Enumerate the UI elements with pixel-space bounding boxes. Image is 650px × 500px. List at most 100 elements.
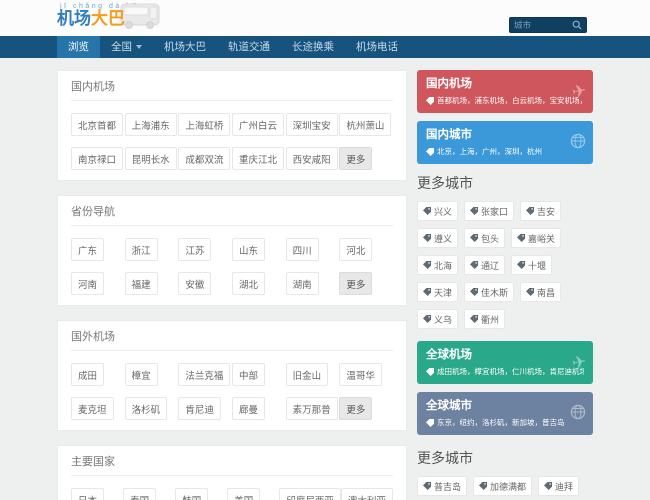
nav-item-0[interactable]: 浏览 — [57, 36, 100, 58]
section-link-button[interactable]: 泰国 — [123, 488, 156, 500]
city-tag[interactable]: 南昌 — [520, 282, 561, 302]
section-link-button[interactable]: 昆明长水 — [125, 147, 177, 170]
feature-card[interactable]: 国内机场首都机场，浦东机场，白云机场，宝安机场，萧山机场✈ — [417, 70, 593, 113]
tag-icon — [423, 482, 431, 490]
feature-card[interactable]: 全球城市东京，纽约，洛杉矶，新加坡，普吉岛 — [417, 392, 593, 435]
plane-icon: ✈ — [572, 83, 586, 101]
site-logo[interactable]: jī chǎng dà bā 机场大巴 — [57, 0, 227, 29]
section-title: 国外机场 — [71, 328, 393, 351]
section-title: 主要国家 — [71, 453, 393, 476]
nav-item-4[interactable]: 长途换乘 — [281, 36, 345, 58]
section-link-button[interactable]: 韩国 — [175, 488, 208, 500]
section-card-1: 省份导航广东浙江江苏山东四川河北河南福建安徽湖北湖南更多 — [57, 195, 407, 306]
feature-card-subtitle: 北京，上海，广州，深圳，杭州 — [426, 146, 584, 157]
nav-item-2[interactable]: 机场大巴 — [153, 36, 217, 58]
section-link-button[interactable]: 中部 — [232, 363, 265, 386]
city-tag[interactable]: 佳木斯 — [464, 282, 514, 302]
section-link-button[interactable]: 日本 — [71, 488, 104, 500]
section-link-button[interactable]: 河南 — [71, 272, 104, 295]
section-link-button[interactable]: 成都双流 — [178, 147, 230, 170]
section-link-button[interactable]: 上海浦东 — [125, 113, 177, 136]
tag-icon — [470, 288, 478, 296]
nav-item-3[interactable]: 轨道交通 — [217, 36, 281, 58]
logo-text: 机场大巴 — [57, 9, 125, 28]
nav-item-5[interactable]: 机场电话 — [345, 36, 409, 58]
section-link-button[interactable]: 广东 — [71, 238, 104, 261]
search-box — [509, 17, 587, 33]
city-tag[interactable]: 衢州 — [464, 309, 505, 329]
section-link-button[interactable]: 洛杉矶 — [125, 397, 168, 420]
section-link-button[interactable]: 浙江 — [125, 238, 158, 261]
section-link-button[interactable]: 河北 — [339, 238, 372, 261]
city-tag[interactable]: 吉安 — [520, 201, 561, 221]
section-link-button[interactable]: 广州白云 — [232, 113, 284, 136]
section-link-button[interactable]: 旧金山 — [286, 363, 329, 386]
city-tag[interactable]: 天津 — [417, 282, 458, 302]
city-tag[interactable]: 普吉岛 — [417, 476, 467, 496]
section-link-button[interactable]: 湖北 — [232, 272, 265, 295]
section-link-button[interactable]: 重庆江北 — [232, 147, 284, 170]
tag-icon — [423, 315, 431, 323]
section-link-button[interactable]: 江苏 — [178, 238, 211, 261]
tag-icon — [517, 234, 525, 242]
section-link-button[interactable]: 四川 — [286, 238, 319, 261]
city-tag[interactable]: 义乌 — [417, 309, 458, 329]
section-link-button[interactable]: 福建 — [125, 272, 158, 295]
global-city-tags: 普吉岛加德满都迪拜科伦坡雅加达圣彼得堡多伦多日惹柏林伦敦阿布扎比阿德莱德巴厘岛福… — [417, 476, 593, 500]
section-link-button[interactable]: 温哥华 — [339, 363, 382, 386]
section-link-button[interactable]: 法兰克福 — [178, 363, 230, 386]
tag-icon — [479, 482, 487, 490]
plane-icon: ✈ — [572, 354, 586, 372]
feature-card-subtitle: 成田机场，樟宜机场，仁川机场，肯尼迪机场 — [426, 366, 584, 377]
section-link-button[interactable]: 杭州萧山 — [339, 113, 391, 136]
city-tag[interactable]: 迪拜 — [538, 476, 579, 496]
feature-card[interactable]: 国内城市北京，上海，广州，深圳，杭州 — [417, 121, 593, 164]
chevron-down-icon — [136, 45, 142, 49]
section-button-grid: 北京首都上海浦东上海虹桥广州白云深圳宝安杭州萧山南京禄口昆明长水成都双流重庆江北… — [71, 113, 393, 170]
section-link-button[interactable]: 廊曼 — [232, 397, 265, 420]
tag-icon — [423, 207, 431, 215]
tag-icon — [526, 207, 534, 215]
city-tag[interactable]: 通辽 — [464, 255, 505, 275]
section-link-button[interactable]: 湖南 — [286, 272, 319, 295]
section-link-button[interactable]: 上海虹桥 — [178, 113, 230, 136]
city-tag[interactable]: 张家口 — [464, 201, 514, 221]
logo-text-orange: 大巴 — [91, 9, 125, 28]
more-cities-heading-domestic: 更多城市 — [417, 173, 593, 193]
section-link-button[interactable]: 西安咸阳 — [286, 147, 338, 170]
city-tag[interactable]: 十堰 — [511, 255, 552, 275]
section-link-button[interactable]: 南京禄口 — [71, 147, 123, 170]
section-link-button[interactable]: 安徽 — [178, 272, 211, 295]
city-tag[interactable]: 兴义 — [417, 201, 458, 221]
tag-icon — [470, 207, 478, 215]
city-tag[interactable]: 加德满都 — [473, 476, 532, 496]
section-link-button[interactable]: 澳大利亚 — [341, 488, 393, 500]
tag-icon — [426, 419, 434, 427]
city-tag[interactable]: 嘉峪关 — [511, 228, 561, 248]
feature-card-title: 国内机场 — [426, 75, 584, 91]
section-link-button[interactable]: 深圳宝安 — [286, 113, 338, 136]
section-title: 国内机场 — [71, 78, 393, 101]
section-link-button[interactable]: 北京首都 — [71, 113, 123, 136]
section-link-button[interactable]: 麦克坦 — [71, 397, 114, 420]
section-link-button[interactable]: 山东 — [232, 238, 265, 261]
section-link-button[interactable]: 印度尼西亚 — [279, 488, 341, 500]
city-tag[interactable]: 包头 — [464, 228, 505, 248]
section-link-button[interactable]: 美国 — [227, 488, 260, 500]
city-tag[interactable]: 遵义 — [417, 228, 458, 248]
feature-card-subtitle: 首都机场，浦东机场，白云机场，宝安机场，萧山机场 — [426, 95, 584, 106]
feature-card[interactable]: 全球机场成田机场，樟宜机场，仁川机场，肯尼迪机场✈ — [417, 341, 593, 384]
tag-icon — [423, 261, 431, 269]
section-link-button[interactable]: 成田 — [71, 363, 104, 386]
search-input[interactable] — [514, 20, 572, 30]
section-link-button[interactable]: 肯尼迪 — [178, 397, 221, 420]
section-link-button[interactable]: 素万那普 — [286, 397, 338, 420]
more-button[interactable]: 更多 — [339, 272, 372, 295]
more-button[interactable]: 更多 — [339, 147, 372, 170]
city-tag[interactable]: 北海 — [417, 255, 458, 275]
section-link-button[interactable]: 樟宜 — [125, 363, 158, 386]
search-icon[interactable] — [572, 20, 582, 30]
sections-column: 国内机场北京首都上海浦东上海虹桥广州白云深圳宝安杭州萧山南京禄口昆明长水成都双流… — [57, 70, 407, 500]
nav-item-1[interactable]: 全国 — [100, 36, 153, 58]
more-button[interactable]: 更多 — [339, 397, 372, 420]
